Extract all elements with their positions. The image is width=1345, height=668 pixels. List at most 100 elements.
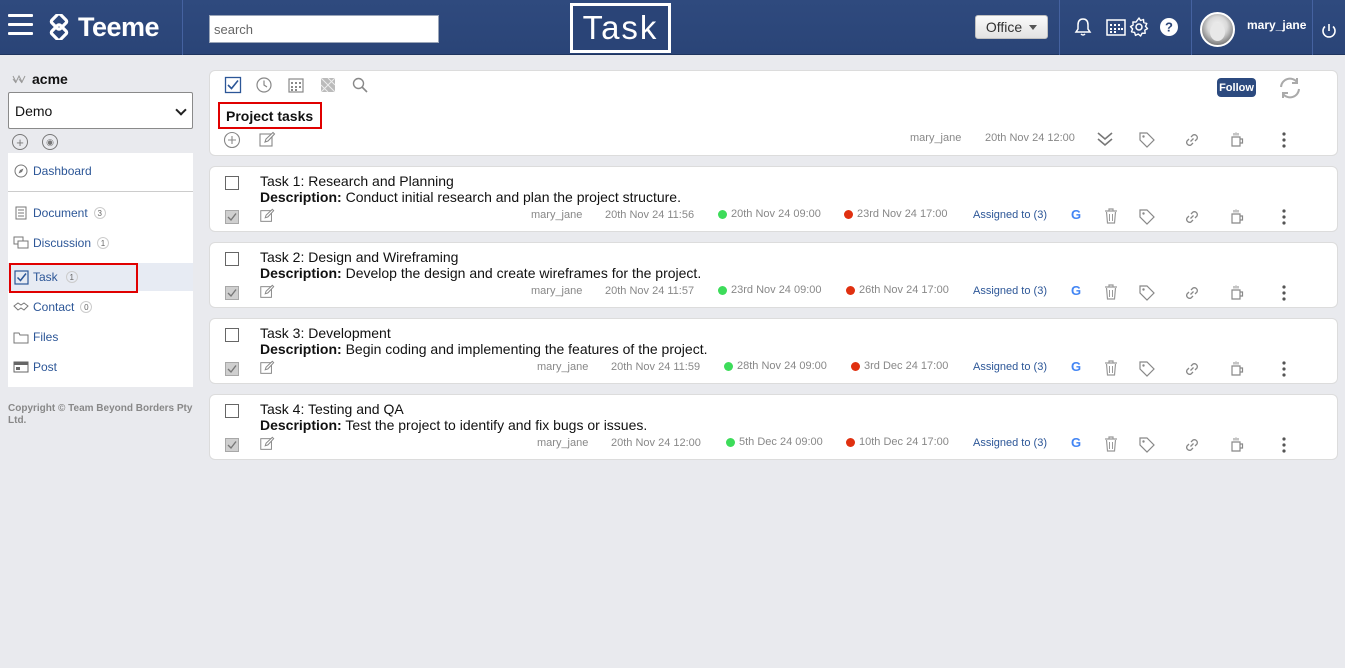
org-icon — [12, 74, 26, 84]
edit-icon[interactable] — [259, 208, 275, 224]
add-circle-icon[interactable] — [223, 131, 241, 149]
google-icon[interactable]: G — [1071, 207, 1081, 222]
edit-icon[interactable] — [258, 131, 276, 149]
sidebar-item-label: Post — [33, 360, 58, 374]
avatar[interactable] — [1200, 12, 1235, 47]
search-input[interactable] — [209, 15, 439, 43]
task-complete-checkbox[interactable] — [225, 286, 239, 300]
help-icon[interactable]: ? — [1158, 16, 1180, 38]
task-view-icon[interactable] — [224, 76, 242, 94]
sidebar-item-post[interactable]: Post — [8, 353, 193, 381]
username[interactable]: mary_jane — [1247, 18, 1306, 32]
task-select-checkbox[interactable] — [225, 404, 239, 418]
google-icon[interactable]: G — [1071, 359, 1081, 374]
task-card: Task 3: Development Description: Begin c… — [209, 318, 1338, 384]
bell-icon[interactable] — [1072, 16, 1094, 38]
google-icon[interactable]: G — [1071, 435, 1081, 450]
sidebar-item-discussion[interactable]: Discussion 1 — [8, 229, 193, 257]
office-label: Office — [985, 19, 1023, 35]
link-icon[interactable] — [1183, 284, 1201, 302]
check-icon — [227, 213, 237, 222]
brand-logo[interactable]: Teeme — [46, 10, 160, 44]
power-icon[interactable] — [1320, 22, 1338, 40]
assigned-to-link[interactable]: Assigned to (3) — [973, 285, 1047, 297]
clock-icon[interactable] — [255, 76, 273, 94]
trash-icon[interactable] — [1102, 435, 1120, 453]
office-dropdown[interactable]: Office — [975, 15, 1048, 39]
cup-icon[interactable] — [1228, 436, 1246, 454]
caret-down-icon — [1029, 24, 1038, 30]
task-complete-checkbox[interactable] — [225, 438, 239, 452]
trash-icon[interactable] — [1102, 359, 1120, 377]
task-select-checkbox[interactable] — [225, 176, 239, 190]
task-select-checkbox[interactable] — [225, 252, 239, 266]
task-author: mary_jane — [537, 437, 589, 449]
cup-icon[interactable] — [1228, 131, 1246, 149]
task-start-date: 5th Dec 24 09:00 — [726, 436, 823, 448]
description-text: Test the project to identify and fix bug… — [341, 417, 648, 433]
tag-icon[interactable] — [1138, 284, 1156, 302]
task-title[interactable]: Task 4: Testing and QA — [260, 401, 404, 417]
double-chevron-down-icon[interactable] — [1096, 130, 1114, 148]
module-title: Task — [570, 3, 671, 53]
end-date-text: 3rd Dec 24 17:00 — [864, 360, 949, 372]
cup-icon[interactable] — [1228, 284, 1246, 302]
link-icon[interactable] — [1183, 208, 1201, 226]
cup-icon[interactable] — [1228, 208, 1246, 226]
task-title[interactable]: Task 1: Research and Planning — [260, 173, 454, 189]
search-icon[interactable] — [351, 76, 369, 94]
brand-name: Teeme — [78, 11, 160, 42]
sidebar-item-document[interactable]: Document 3 — [8, 199, 193, 227]
tag-icon[interactable] — [1138, 208, 1156, 226]
follow-button[interactable]: Follow — [1217, 78, 1256, 97]
sidebar-item-files[interactable]: Files — [8, 323, 193, 351]
task-title[interactable]: Task 2: Design and Wireframing — [260, 249, 458, 265]
edit-icon[interactable] — [259, 284, 275, 300]
tag-icon[interactable] — [1138, 436, 1156, 454]
refresh-icon[interactable] — [1277, 75, 1303, 101]
more-vertical-icon[interactable] — [1275, 208, 1293, 226]
task-select-checkbox[interactable] — [225, 328, 239, 342]
start-date-text: 20th Nov 24 09:00 — [731, 208, 821, 220]
description-label: Description: — [260, 341, 342, 357]
check-icon — [227, 441, 237, 450]
link-icon[interactable] — [1183, 131, 1201, 149]
author-name: mary_jane — [910, 132, 962, 144]
trash-icon[interactable] — [1102, 283, 1120, 301]
edit-icon[interactable] — [259, 436, 275, 452]
end-date-text: 10th Dec 24 17:00 — [859, 436, 949, 448]
sidebar-item-label: Document — [33, 206, 88, 220]
link-icon[interactable] — [1183, 360, 1201, 378]
grid-pattern-icon[interactable] — [319, 76, 337, 94]
gear-icon[interactable] — [1128, 16, 1150, 38]
assigned-to-link[interactable]: Assigned to (3) — [973, 361, 1047, 373]
assigned-to-link[interactable]: Assigned to (3) — [973, 437, 1047, 449]
add-circle-icon[interactable]: + — [12, 134, 28, 150]
more-vertical-icon[interactable] — [1275, 131, 1293, 149]
task-created-date: 20th Nov 24 11:59 — [611, 361, 701, 373]
sidebar-item-dashboard[interactable]: Dashboard — [8, 157, 193, 185]
sidebar-item-contact[interactable]: Contact 0 — [8, 293, 193, 321]
trash-icon[interactable] — [1102, 207, 1120, 225]
task-complete-checkbox[interactable] — [225, 362, 239, 376]
divider — [182, 0, 183, 55]
more-vertical-icon[interactable] — [1275, 436, 1293, 454]
eye-icon[interactable]: ◉ — [42, 134, 58, 150]
more-vertical-icon[interactable] — [1275, 360, 1293, 378]
tag-icon[interactable] — [1138, 360, 1156, 378]
link-icon[interactable] — [1183, 436, 1201, 454]
assigned-to-link[interactable]: Assigned to (3) — [973, 209, 1047, 221]
task-complete-checkbox[interactable] — [225, 210, 239, 224]
more-vertical-icon[interactable] — [1275, 284, 1293, 302]
cup-icon[interactable] — [1228, 360, 1246, 378]
hamburger-menu-icon[interactable] — [8, 14, 33, 38]
tag-icon[interactable] — [1138, 131, 1156, 149]
edit-icon[interactable] — [259, 360, 275, 376]
workspace-select[interactable]: Demo — [8, 92, 193, 129]
task-title[interactable]: Task 3: Development — [260, 325, 391, 341]
calendar-icon[interactable] — [1105, 16, 1127, 38]
google-icon[interactable]: G — [1071, 283, 1081, 298]
task-start-date: 28th Nov 24 09:00 — [724, 360, 827, 372]
task-end-date: 3rd Dec 24 17:00 — [851, 360, 948, 372]
calendar-view-icon[interactable] — [287, 76, 305, 94]
